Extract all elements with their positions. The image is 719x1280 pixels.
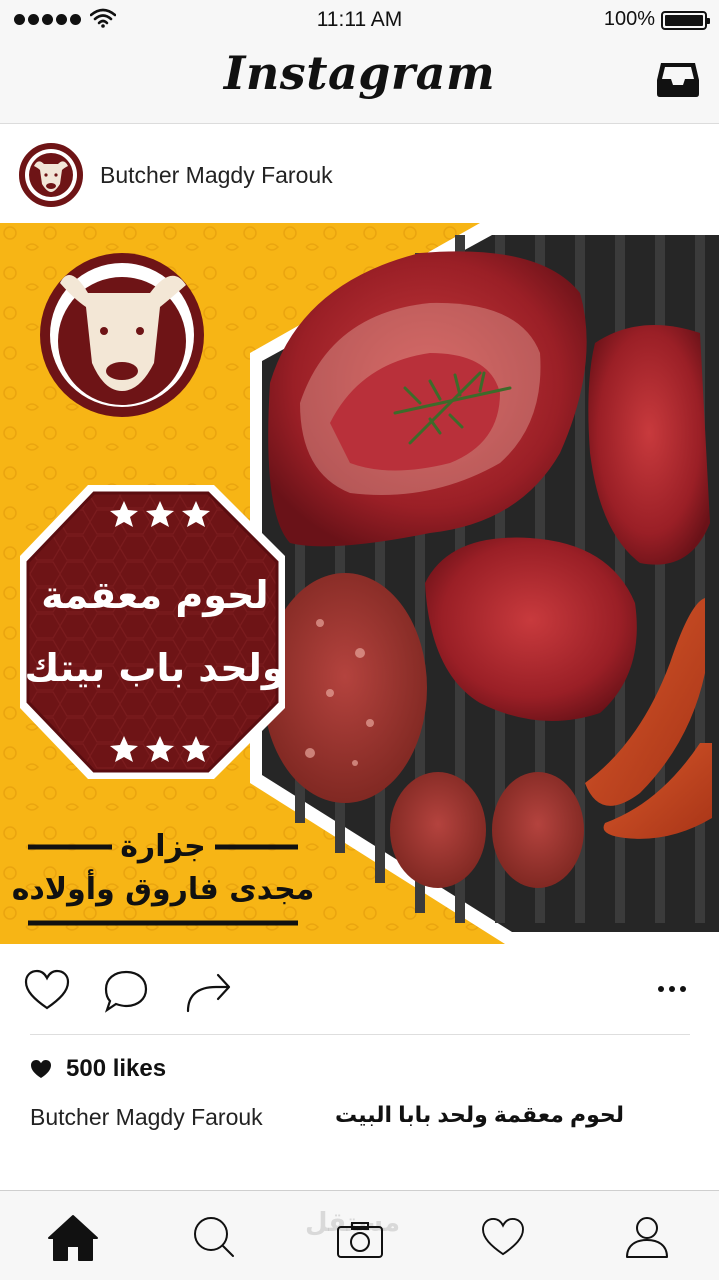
post-caption: Butcher Magdy Farouk لحوم معقمة ولحد باب… [30,1102,690,1132]
camera-icon[interactable] [336,1221,384,1259]
share-icon[interactable] [186,969,232,1013]
more-options-icon[interactable] [656,984,688,994]
divider [30,1034,690,1035]
profile-icon[interactable] [624,1215,670,1259]
activity-heart-icon[interactable] [481,1217,525,1257]
post-actions [0,944,719,1034]
likes-count: 500 likes [66,1055,167,1082]
post-artwork: لحوم معقمة ولحد باب بيتك جزارة مجدى فارو… [0,223,719,944]
heart-filled-icon [31,1059,51,1079]
brand-line-1: جزارة [120,829,206,864]
badge-headline-1: لحوم معقمة [41,573,268,618]
likes-row[interactable]: 500 likes [30,1055,166,1083]
like-heart-icon[interactable] [24,969,70,1011]
bottom-tab-bar: مستقل [0,1190,719,1280]
battery-icon [661,11,710,30]
avatar[interactable] [19,143,83,207]
instagram-logo: Instagram [223,46,496,100]
status-bar: 11:11 AM 100% [0,0,719,40]
caption-username[interactable]: Butcher Magdy Farouk [30,1104,263,1131]
brand-line-2: مجدى فاروق وأولاده [12,869,315,907]
battery-percent: 100% [603,8,655,30]
home-icon[interactable] [46,1213,100,1263]
post-username[interactable]: Butcher Magdy Farouk [100,162,333,189]
search-icon[interactable] [192,1215,236,1259]
app-header: Instagram [0,40,719,124]
inbox-icon[interactable] [655,60,701,100]
badge-headline-2: ولحد باب بيتك [24,646,285,691]
caption-text: لحوم معقمة ولحد بابا البيت [335,1102,625,1127]
post-image[interactable]: لحوم معقمة ولحد باب بيتك جزارة مجدى فارو… [0,223,719,944]
comment-icon[interactable] [103,969,149,1013]
post-header: Butcher Magdy Farouk [0,125,719,223]
